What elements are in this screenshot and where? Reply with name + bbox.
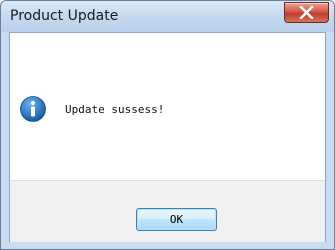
- info-icon: [20, 96, 46, 122]
- close-button[interactable]: [284, 2, 329, 23]
- message-area: Update sussess!: [10, 33, 325, 180]
- button-bar: OK: [10, 180, 325, 242]
- close-icon: [299, 6, 314, 19]
- title-bar[interactable]: Product Update: [1, 1, 334, 32]
- dialog-message: Update sussess!: [65, 103, 165, 116]
- ok-button[interactable]: OK: [136, 208, 217, 231]
- dialog-body: Update sussess! OK: [9, 32, 326, 242]
- message-dialog: Product Update Update sussess! OK: [0, 0, 335, 250]
- window-title: Product Update: [10, 8, 119, 24]
